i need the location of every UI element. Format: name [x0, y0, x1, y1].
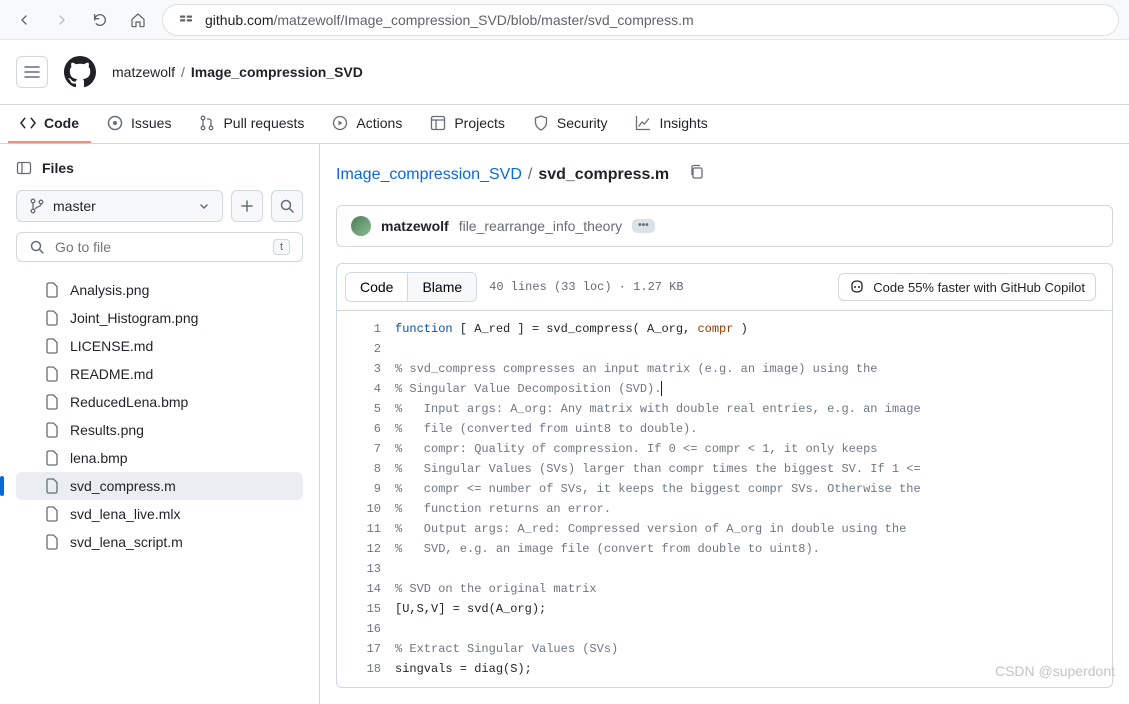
file-name: ReducedLena.bmp — [70, 394, 188, 410]
file-icon — [44, 366, 60, 382]
tab-projects[interactable]: Projects — [418, 105, 517, 143]
repo-path: matzewolf / Image_compression_SVD — [112, 64, 363, 80]
file-name: Joint_Histogram.png — [70, 310, 198, 326]
file-tree-item[interactable]: svd_lena_script.m — [16, 528, 303, 556]
file-name: Analysis.png — [70, 282, 149, 298]
code-toolbar: Code Blame 40 lines (33 loc) · 1.27 KB C… — [337, 264, 1112, 311]
file-icon — [44, 338, 60, 354]
copy-path-button[interactable] — [685, 160, 709, 189]
repo-owner-link[interactable]: matzewolf — [112, 64, 175, 80]
search-icon — [29, 239, 45, 255]
tab-security[interactable]: Security — [521, 105, 620, 143]
line-numbers: 123456789101112131415161718 — [337, 311, 395, 687]
github-logo-icon[interactable] — [64, 56, 96, 88]
file-icon — [44, 450, 60, 466]
code-area[interactable]: 123456789101112131415161718 function [ A… — [337, 311, 1112, 687]
file-tree-item[interactable]: LICENSE.md — [16, 332, 303, 360]
tab-actions[interactable]: Actions — [320, 105, 414, 143]
file-tree-item[interactable]: svd_compress.m — [16, 472, 303, 500]
back-button[interactable] — [10, 6, 38, 34]
file-tree-item[interactable]: Joint_Histogram.png — [16, 304, 303, 332]
shield-icon — [533, 115, 549, 131]
file-icon — [44, 534, 60, 550]
browser-toolbar: github.com/matzewolf/Image_compression_S… — [0, 0, 1129, 40]
file-name: lena.bmp — [70, 450, 128, 466]
tab-code[interactable]: Code — [8, 105, 91, 143]
add-file-button[interactable] — [231, 190, 263, 222]
code-viewer: Code Blame 40 lines (33 loc) · 1.27 KB C… — [336, 263, 1113, 688]
reload-button[interactable] — [86, 6, 114, 34]
forward-button[interactable] — [48, 6, 76, 34]
file-content: Image_compression_SVD / svd_compress.m m… — [320, 144, 1129, 704]
code-lines[interactable]: function [ A_red ] = svd_compress( A_org… — [395, 311, 921, 687]
home-button[interactable] — [124, 6, 152, 34]
file-tree-item[interactable]: svd_lena_live.mlx — [16, 500, 303, 528]
chevron-down-icon — [198, 200, 210, 212]
branch-selector[interactable]: master — [16, 190, 223, 222]
tab-issues[interactable]: Issues — [95, 105, 183, 143]
file-icon — [44, 506, 60, 522]
tab-insights[interactable]: Insights — [623, 105, 719, 143]
file-info: 40 lines (33 loc) · 1.27 KB — [489, 280, 683, 294]
code-blame-toggle: Code Blame — [345, 272, 477, 302]
commit-author[interactable]: matzewolf — [381, 218, 449, 234]
tab-pull-requests[interactable]: Pull requests — [187, 105, 316, 143]
file-tree-sidebar: Files master t Analysis.png Joint_Histogr… — [0, 144, 320, 704]
issue-icon — [107, 115, 123, 131]
file-icon — [44, 422, 60, 438]
copilot-icon — [849, 279, 865, 295]
url-text: github.com/matzewolf/Image_compression_S… — [205, 12, 694, 28]
graph-icon — [635, 115, 651, 131]
search-button[interactable] — [271, 190, 303, 222]
file-icon — [44, 394, 60, 410]
file-name: svd_lena_script.m — [70, 534, 183, 550]
play-icon — [332, 115, 348, 131]
commit-message[interactable]: file_rearrange_info_theory — [459, 218, 622, 234]
code-icon — [20, 115, 36, 131]
file-tree: Analysis.png Joint_Histogram.png LICENSE.m… — [16, 276, 303, 556]
file-icon — [44, 310, 60, 326]
sidebar-title: Files — [42, 160, 74, 176]
file-filter-input[interactable] — [55, 239, 263, 255]
file-name: Results.png — [70, 422, 144, 438]
avatar[interactable] — [351, 216, 371, 236]
branch-icon — [29, 198, 45, 214]
file-name: svd_compress.m — [70, 478, 176, 494]
file-filter-kbd: t — [273, 239, 290, 255]
file-icon — [44, 478, 60, 494]
file-name: README.md — [70, 366, 153, 382]
copilot-badge[interactable]: Code 55% faster with GitHub Copilot — [838, 273, 1096, 301]
file-tree-item[interactable]: Results.png — [16, 416, 303, 444]
repo-name-link[interactable]: Image_compression_SVD — [191, 64, 363, 80]
file-filter[interactable]: t — [16, 232, 303, 262]
file-name: svd_lena_live.mlx — [70, 506, 181, 522]
github-header: matzewolf / Image_compression_SVD — [0, 40, 1129, 105]
site-settings-icon — [177, 11, 195, 29]
project-icon — [430, 115, 446, 131]
address-bar[interactable]: github.com/matzewolf/Image_compression_S… — [162, 4, 1119, 36]
breadcrumb: Image_compression_SVD / svd_compress.m — [336, 160, 1113, 189]
commit-more-button[interactable]: ••• — [632, 219, 655, 233]
breadcrumb-current: svd_compress.m — [538, 166, 669, 184]
file-icon — [44, 282, 60, 298]
file-tree-item[interactable]: Analysis.png — [16, 276, 303, 304]
breadcrumb-root[interactable]: Image_compression_SVD — [336, 166, 522, 184]
pr-icon — [199, 115, 215, 131]
code-tab-button[interactable]: Code — [346, 273, 408, 301]
hamburger-button[interactable] — [16, 56, 48, 88]
file-tree-item[interactable]: lena.bmp — [16, 444, 303, 472]
last-commit[interactable]: matzewolf file_rearrange_info_theory ••• — [336, 205, 1113, 247]
blame-tab-button[interactable]: Blame — [408, 273, 476, 301]
file-name: LICENSE.md — [70, 338, 153, 354]
file-tree-item[interactable]: ReducedLena.bmp — [16, 388, 303, 416]
repo-navigation: Code Issues Pull requests Actions Projec… — [0, 105, 1129, 144]
file-tree-item[interactable]: README.md — [16, 360, 303, 388]
sidebar-collapse-icon[interactable] — [16, 160, 32, 176]
